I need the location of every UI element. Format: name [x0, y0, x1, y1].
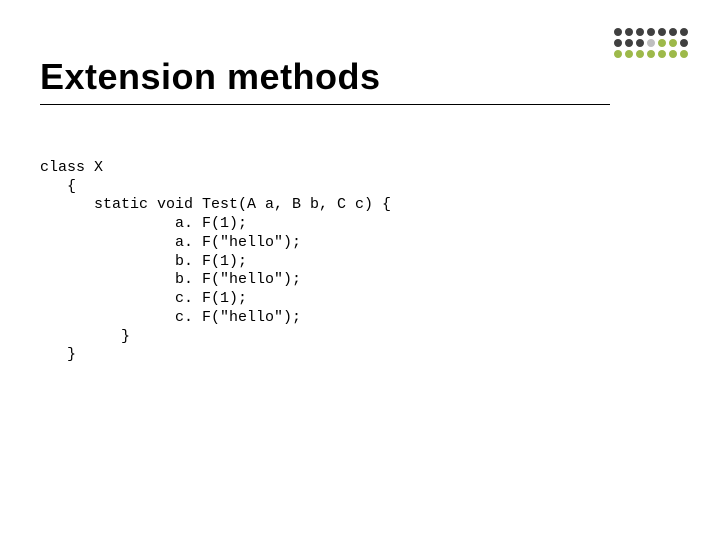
decor-dot: [636, 50, 644, 58]
decor-dot: [614, 39, 622, 47]
decor-dot: [625, 28, 633, 36]
code-line: c. F("hello");: [40, 309, 301, 326]
decor-dots: [614, 28, 690, 60]
code-line: a. F(1);: [40, 215, 247, 232]
decor-dot: [680, 39, 688, 47]
decor-dot: [647, 39, 655, 47]
decor-dot: [636, 28, 644, 36]
decor-dot: [669, 50, 677, 58]
code-line: }: [40, 328, 130, 345]
code-line: a. F("hello");: [40, 234, 301, 251]
code-line: b. F("hello");: [40, 271, 301, 288]
decor-dot: [614, 50, 622, 58]
code-line: b. F(1);: [40, 253, 247, 270]
decor-dot: [658, 50, 666, 58]
decor-dot: [625, 50, 633, 58]
slide: Extension methods class X { static void …: [0, 0, 720, 540]
decor-dot: [680, 50, 688, 58]
decor-dot: [647, 50, 655, 58]
decor-dot: [669, 28, 677, 36]
decor-dot: [680, 28, 688, 36]
code-line: class X: [40, 159, 103, 176]
title-rule: Extension methods: [40, 56, 610, 105]
decor-dot: [647, 28, 655, 36]
decor-dot: [658, 28, 666, 36]
slide-title: Extension methods: [40, 56, 610, 98]
decor-dot: [669, 39, 677, 47]
code-line: }: [40, 346, 76, 363]
decor-dot: [625, 39, 633, 47]
code-block: class X { static void Test(A a, B b, C c…: [40, 140, 391, 384]
code-line: c. F(1);: [40, 290, 247, 307]
code-line: static void Test(A a, B b, C c) {: [40, 196, 391, 213]
decor-dot: [636, 39, 644, 47]
code-line: {: [40, 178, 76, 195]
decor-dot: [614, 28, 622, 36]
decor-dot: [658, 39, 666, 47]
